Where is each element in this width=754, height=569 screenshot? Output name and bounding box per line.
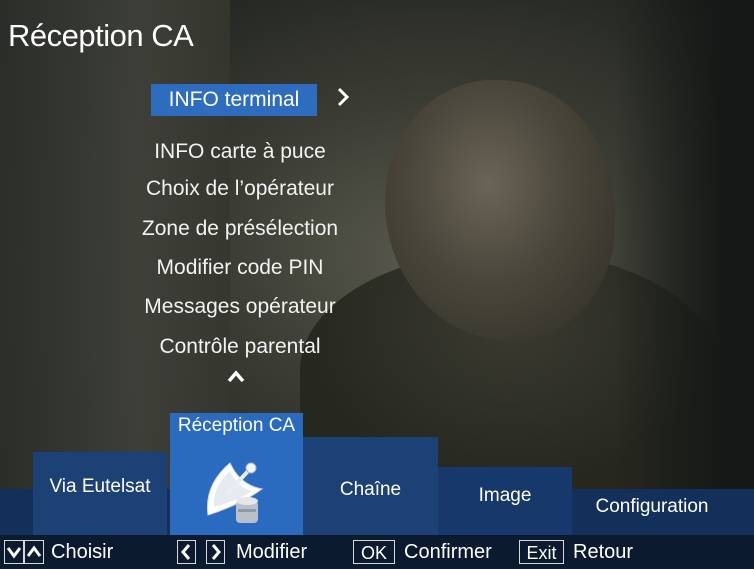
- ok-key: OK: [353, 540, 395, 564]
- chevron-up-icon[interactable]: [226, 366, 246, 386]
- page-title: Réception CA: [8, 18, 194, 53]
- hint-confirmer: Confirmer: [404, 541, 492, 563]
- tab-configuration[interactable]: Configuration: [572, 489, 754, 535]
- tab-chaine[interactable]: Chaîne: [303, 437, 438, 535]
- menu-item-info-terminal[interactable]: INFO terminal: [151, 84, 317, 116]
- menu-item-messages-operateur[interactable]: Messages opérateur: [0, 295, 480, 319]
- tab-reception-ca[interactable]: Réception CA: [170, 413, 303, 535]
- hint-modifier: Modifier: [236, 541, 308, 563]
- menu-item-info-carte[interactable]: INFO carte à puce: [0, 140, 480, 164]
- menu-item-choix-operateur[interactable]: Choix de l’opérateur: [0, 177, 480, 201]
- tab-label: Configuration: [595, 496, 709, 517]
- tab-label: Chaîne: [339, 479, 402, 500]
- up-key-icon: [24, 540, 44, 564]
- hint-choisir: Choisir: [51, 541, 114, 563]
- exit-key: Exit: [519, 540, 564, 564]
- tab-via-eutelsat[interactable]: Via Eutelsat: [33, 452, 167, 535]
- satellite-dish-icon: [200, 455, 270, 530]
- chevron-right-icon: [336, 86, 350, 114]
- right-key-icon: [206, 540, 225, 564]
- menu-item-zone-preselection[interactable]: Zone de présélection: [0, 217, 480, 241]
- menu-item-modifier-pin[interactable]: Modifier code PIN: [0, 256, 480, 280]
- hint-retour: Retour: [573, 541, 634, 563]
- down-key-icon: [4, 540, 24, 564]
- menu-item-controle-parental[interactable]: Contrôle parental: [0, 335, 480, 359]
- tab-image[interactable]: Image: [438, 467, 572, 535]
- left-key-icon: [177, 540, 196, 564]
- tab-label: Réception CA: [177, 415, 296, 436]
- tab-label: Image: [478, 485, 532, 506]
